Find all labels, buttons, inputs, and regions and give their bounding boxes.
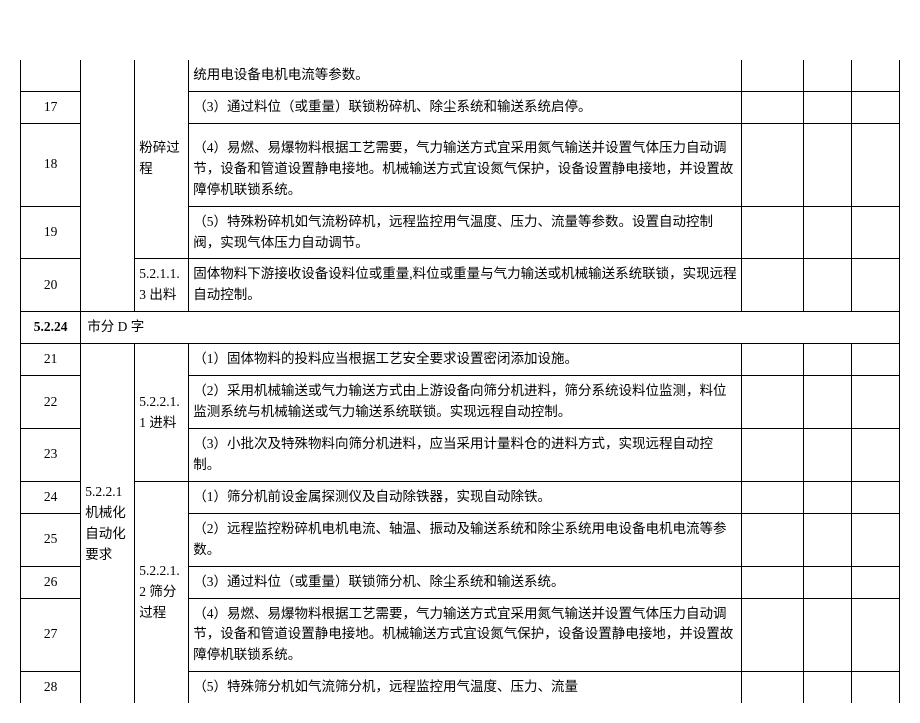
cell — [852, 60, 900, 91]
cell: 粉碎过程 — [135, 60, 189, 259]
cell: （5）特殊粉碎机如气流粉碎机，远程监控用气温度、压力、流量等参数。设置自动控制阀… — [189, 206, 742, 259]
cell: 22 — [21, 376, 81, 429]
cell: （3）通过料位（或重量）联锁筛分机、除尘系统和输送系统。 — [189, 566, 742, 598]
cell: 固体物料下游接收设备设料位或重量,料位或重量与气力输送或机械输送系统联锁，实现远… — [189, 259, 742, 312]
table-row: 20 5.2.1.1.3 出料 固体物料下游接收设备设料位或重量,料位或重量与气… — [21, 259, 900, 312]
cell — [804, 566, 852, 598]
cell — [742, 513, 804, 566]
cell — [742, 598, 804, 672]
cell — [852, 598, 900, 672]
cell: 17 — [21, 91, 81, 123]
cell: 20 — [21, 259, 81, 312]
cell — [742, 672, 804, 703]
cell — [804, 259, 852, 312]
spec-table: 粉碎过程 统用电设备电机电流等参数。 17 （3）通过料位（或重量）联锁粉碎机、… — [20, 60, 900, 703]
table-row: 粉碎过程 统用电设备电机电流等参数。 — [21, 60, 900, 91]
cell — [804, 428, 852, 481]
cell — [852, 428, 900, 481]
section-text: 市分 D 字 — [81, 312, 900, 344]
cell — [742, 566, 804, 598]
cell: 5.2.2.1.2 筛分过程 — [135, 481, 189, 703]
cell — [742, 60, 804, 91]
cell: 19 — [21, 206, 81, 259]
cell — [804, 206, 852, 259]
cell: （3）小批次及特殊物料向筛分机进料，应当采用计量料仓的进料方式，实现远程自动控制… — [189, 428, 742, 481]
cell: （5）特殊筛分机如气流筛分机，远程监控用气温度、压力、流量 — [189, 672, 742, 703]
cell: （1）固体物料的投料应当根据工艺安全要求设置密闭添加设施。 — [189, 344, 742, 376]
cell — [804, 123, 852, 206]
cell — [21, 60, 81, 91]
table-row: 24 5.2.2.1.2 筛分过程 （1）筛分机前设金属探测仪及自动除铁器，实现… — [21, 481, 900, 513]
cell — [742, 91, 804, 123]
cell — [742, 206, 804, 259]
cell — [804, 513, 852, 566]
cell: 18 — [21, 123, 81, 206]
cell — [742, 428, 804, 481]
cell: 5.2.1.1.3 出料 — [135, 259, 189, 312]
cell: 26 — [21, 566, 81, 598]
cell — [852, 376, 900, 429]
cell — [804, 344, 852, 376]
cell: 5.2.2.1 机械化自动化要求 — [81, 344, 135, 703]
cell — [804, 672, 852, 703]
cell: （4）易燃、易爆物料根据工艺需要，气力输送方式宜采用氮气输送并设置气体压力自动调… — [189, 123, 742, 206]
cell — [804, 91, 852, 123]
cell — [804, 481, 852, 513]
cell: （2）采用机械输送或气力输送方式由上游设备向筛分机进料，筛分系统设料位监测，料位… — [189, 376, 742, 429]
cell — [852, 513, 900, 566]
cell — [852, 344, 900, 376]
cell — [742, 376, 804, 429]
cell: 27 — [21, 598, 81, 672]
cell: 23 — [21, 428, 81, 481]
cell: （2）远程监控粉碎机电机电流、轴温、振动及输送系统和除尘系统用电设备电机电流等参… — [189, 513, 742, 566]
cell — [742, 344, 804, 376]
cell: 21 — [21, 344, 81, 376]
cell — [852, 206, 900, 259]
section-row: 5.2.24 市分 D 字 — [21, 312, 900, 344]
cell: （1）筛分机前设金属探测仪及自动除铁器，实现自动除铁。 — [189, 481, 742, 513]
cell — [852, 672, 900, 703]
cell: （4）易燃、易爆物料根据工艺需要，气力输送方式宜采用氮气输送并设置气体压力自动调… — [189, 598, 742, 672]
cell: 25 — [21, 513, 81, 566]
cell — [804, 60, 852, 91]
cell — [852, 566, 900, 598]
cell — [852, 123, 900, 206]
cell: 5.2.2.1.1 进料 — [135, 344, 189, 482]
cell: 28 — [21, 672, 81, 703]
cell — [852, 91, 900, 123]
cell — [81, 60, 135, 312]
cell — [742, 259, 804, 312]
cell — [852, 481, 900, 513]
cell — [742, 123, 804, 206]
cell: 24 — [21, 481, 81, 513]
section-label: 5.2.24 — [21, 312, 81, 344]
table-row: 21 5.2.2.1 机械化自动化要求 5.2.2.1.1 进料 （1）固体物料… — [21, 344, 900, 376]
cell — [804, 598, 852, 672]
cell — [852, 259, 900, 312]
cell — [742, 481, 804, 513]
cell — [804, 376, 852, 429]
cell: 统用电设备电机电流等参数。 — [189, 60, 742, 91]
cell: （3）通过料位（或重量）联锁粉碎机、除尘系统和输送系统启停。 — [189, 91, 742, 123]
